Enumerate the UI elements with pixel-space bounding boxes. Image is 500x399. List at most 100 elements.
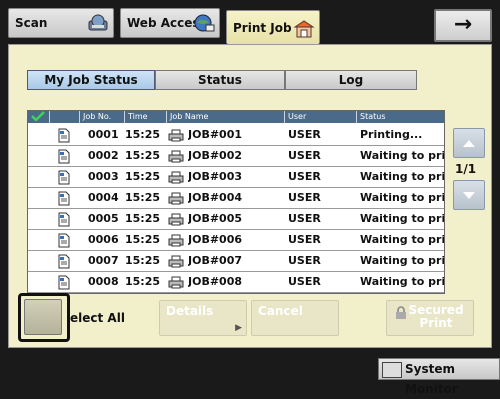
scroll-up-button[interactable]	[453, 128, 485, 158]
job-no: 0005	[88, 212, 119, 225]
job-user: USER	[288, 128, 321, 141]
job-no: 0004	[88, 191, 119, 204]
job-name: JOB#004	[188, 191, 243, 204]
job-name: JOB#005	[188, 212, 243, 225]
globe-icon	[194, 14, 215, 32]
cancel-label: Cancel	[258, 304, 303, 318]
job-status: Waiting to print.	[360, 212, 444, 225]
document-icon	[58, 170, 70, 185]
secured-print-button[interactable]: Secured Print	[386, 300, 474, 336]
document-icon	[58, 233, 70, 248]
job-no: 0007	[88, 254, 119, 267]
next-screen-button[interactable]: →	[434, 9, 492, 42]
table-row[interactable]: 0007 15:25 JOB#007 USER Waiting to print…	[28, 251, 444, 272]
tab-print-job-label: Print Job	[233, 20, 292, 35]
printer-icon	[168, 276, 184, 289]
page-indicator: 1/1	[455, 162, 477, 176]
tab-status[interactable]: Status	[155, 70, 285, 90]
job-status: Waiting to print.	[360, 191, 444, 204]
header-time: Time	[125, 111, 167, 123]
document-icon	[58, 254, 70, 269]
header-job-name: Job Name	[167, 111, 285, 123]
job-user: USER	[288, 212, 321, 225]
job-name: JOB#008	[188, 275, 243, 288]
select-all-button[interactable]	[24, 299, 62, 335]
tab-log[interactable]: Log	[285, 70, 417, 90]
job-status: Printing...	[360, 128, 423, 141]
header-blank	[50, 111, 80, 123]
job-user: USER	[288, 275, 321, 288]
details-label: Details	[166, 304, 214, 318]
table-row[interactable]: 0003 15:25 JOB#003 USER Waiting to print…	[28, 167, 444, 188]
tab-scan-label: Scan	[15, 16, 48, 30]
header-user: User	[285, 111, 357, 123]
lock-icon	[395, 306, 407, 323]
printer-icon	[168, 255, 184, 268]
checkmark-icon	[31, 111, 45, 122]
job-time: 15:25	[125, 254, 161, 267]
job-no: 0008	[88, 275, 119, 288]
scanner-icon	[88, 14, 108, 31]
scroll-down-button[interactable]	[453, 180, 485, 210]
job-time: 15:25	[125, 149, 161, 162]
table-row[interactable]: 0005 15:25 JOB#005 USER Waiting to print…	[28, 209, 444, 230]
printer-icon	[168, 213, 184, 226]
job-user: USER	[288, 170, 321, 183]
table-row[interactable]: 0002 15:25 JOB#002 USER Waiting to print…	[28, 146, 444, 167]
job-no: 0002	[88, 149, 119, 162]
job-status: Waiting to print.	[360, 170, 444, 183]
job-time: 15:25	[125, 128, 161, 141]
job-status: Waiting to print.	[360, 233, 444, 246]
job-time: 15:25	[125, 191, 161, 204]
job-user: USER	[288, 191, 321, 204]
triangle-right-icon: ▶	[235, 323, 242, 333]
system-monitor-label: System Monitor	[405, 362, 458, 396]
job-table: Job No. Time Job Name User Status 0001 1…	[27, 110, 445, 294]
job-time: 15:25	[125, 275, 161, 288]
printer-icon	[168, 192, 184, 205]
table-row[interactable]: 0004 15:25 JOB#004 USER Waiting to print…	[28, 188, 444, 209]
job-name: JOB#006	[188, 233, 243, 246]
tab-print-job[interactable]: Print Job	[226, 10, 320, 44]
document-icon	[58, 212, 70, 227]
job-no: 0001	[88, 128, 119, 141]
header-job-no: Job No.	[80, 111, 125, 123]
table-row[interactable]: 0008 15:25 JOB#008 USER Waiting to print…	[28, 272, 444, 293]
printer-icon	[168, 234, 184, 247]
job-name: JOB#007	[188, 254, 243, 267]
printer-icon	[168, 129, 184, 142]
cancel-button[interactable]: Cancel	[251, 300, 339, 336]
details-button[interactable]: Details ▶	[159, 300, 247, 336]
job-no: 0006	[88, 233, 119, 246]
job-time: 15:25	[125, 170, 161, 183]
document-icon	[58, 275, 70, 290]
document-icon	[58, 128, 70, 143]
job-no: 0003	[88, 170, 119, 183]
job-status: Waiting to print.	[360, 275, 444, 288]
table-row[interactable]: 0006 15:25 JOB#006 USER Waiting to print…	[28, 230, 444, 251]
select-all-label: elect All	[70, 311, 125, 325]
table-row[interactable]: 0001 15:25 JOB#001 USER Printing...	[28, 125, 444, 146]
job-user: USER	[288, 233, 321, 246]
document-icon	[58, 149, 70, 164]
tab-scan[interactable]: Scan	[8, 8, 114, 38]
printer-icon	[168, 171, 184, 184]
tab-web-access[interactable]: Web Access	[120, 8, 220, 38]
job-user: USER	[288, 254, 321, 267]
document-icon	[58, 191, 70, 206]
job-name: JOB#001	[188, 128, 243, 141]
tab-my-job-status[interactable]: My Job Status	[27, 70, 155, 90]
system-monitor-button[interactable]: System Monitor	[378, 358, 500, 396]
printer-tab-icon	[293, 20, 315, 38]
job-status: Waiting to print.	[360, 149, 444, 162]
job-status: Waiting to print.	[360, 254, 444, 267]
header-check	[28, 111, 50, 123]
job-name: JOB#003	[188, 170, 243, 183]
triangle-down-icon	[463, 192, 475, 199]
job-time: 15:25	[125, 212, 161, 225]
monitor-icon	[382, 362, 402, 378]
table-header: Job No. Time Job Name User Status	[28, 111, 444, 123]
job-name: JOB#002	[188, 149, 243, 162]
job-time: 15:25	[125, 233, 161, 246]
printer-icon	[168, 150, 184, 163]
